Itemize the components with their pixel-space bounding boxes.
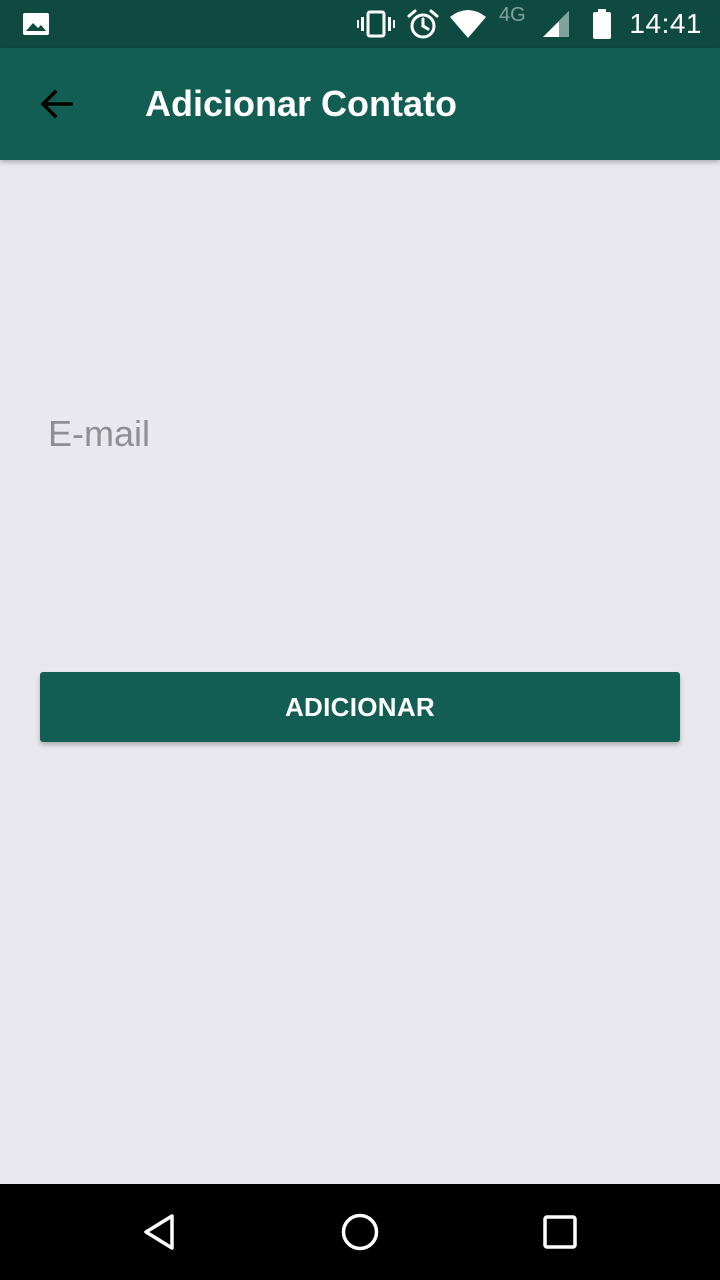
recents-square-icon (542, 1214, 578, 1250)
wifi-icon (448, 0, 488, 48)
vibrate-icon (356, 0, 396, 48)
home-circle-icon (340, 1212, 380, 1252)
cell-signal-icon (540, 0, 572, 48)
back-button[interactable] (24, 72, 88, 136)
email-field[interactable] (40, 400, 680, 468)
image-notification-icon (20, 0, 52, 48)
network-type-label: 4G (499, 4, 526, 26)
nav-home-button[interactable] (320, 1192, 400, 1272)
alarm-icon (405, 0, 441, 48)
arrow-back-icon (38, 86, 74, 122)
nav-back-button[interactable] (120, 1192, 200, 1272)
page-title: Adicionar Contato (145, 83, 457, 124)
app-bar: Adicionar Contato (0, 48, 720, 160)
battery-icon (590, 0, 614, 48)
add-contact-button[interactable]: ADICIONAR (40, 672, 680, 742)
back-triangle-icon (140, 1212, 180, 1252)
status-bar: 4G 14:41 (0, 0, 720, 48)
status-time: 14:41 (629, 8, 702, 39)
system-nav-bar (0, 1184, 720, 1280)
nav-recents-button[interactable] (520, 1192, 600, 1272)
